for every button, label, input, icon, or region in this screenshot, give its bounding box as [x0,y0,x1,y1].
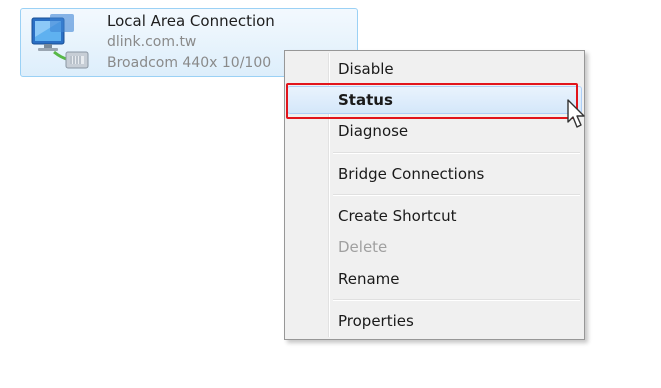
connection-network: dlink.com.tw [107,34,197,50]
connection-name: Local Area Connection [107,12,275,30]
menu-item-label: Properties [338,312,414,330]
menu-separator [333,152,580,154]
connection-adapter: Broadcom 440x 10/100 [107,55,272,71]
menu-item-diagnose[interactable]: Diagnose [287,117,582,145]
network-adapter-icon [31,14,89,69]
menu-item-bridge-connections[interactable]: Bridge Connections [287,160,582,188]
menu-separator [333,299,580,301]
menu-item-create-shortcut[interactable]: Create Shortcut [287,202,582,230]
menu-item-label: Disable [338,60,394,78]
menu-item-label: Rename [338,270,400,288]
menu-item-label: Bridge Connections [338,165,485,183]
status-highlight-annotation [286,83,578,119]
menu-item-label: Create Shortcut [338,207,457,225]
menu-item-label: Delete [338,238,388,256]
mouse-pointer-icon [567,99,585,128]
menu-separator [333,194,580,196]
menu-item-label: Diagnose [338,122,409,140]
menu-item-delete: Delete [287,233,582,261]
menu-item-properties[interactable]: Properties [287,307,582,335]
menu-item-rename[interactable]: Rename [287,265,582,293]
menu-item-disable[interactable]: Disable [287,55,582,83]
